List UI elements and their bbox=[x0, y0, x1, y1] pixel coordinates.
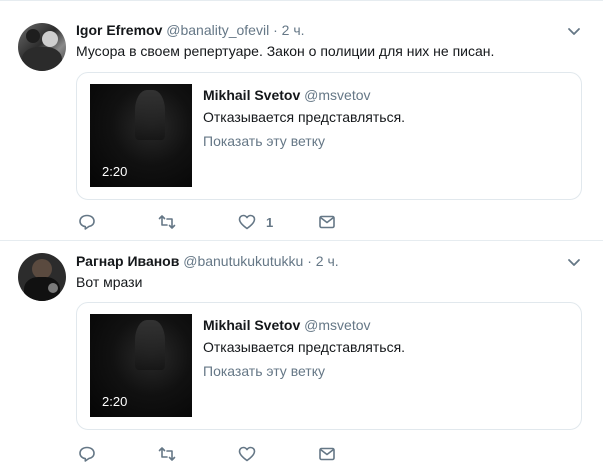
quoted-tweet[interactable]: 2:20 Mikhail Svetov @msvetov Отказываетс… bbox=[76, 302, 582, 430]
like-button[interactable] bbox=[238, 444, 266, 464]
author-name[interactable]: Рагнар Иванов bbox=[76, 253, 179, 269]
avatar[interactable] bbox=[18, 23, 66, 71]
direct-message-button[interactable] bbox=[318, 444, 336, 464]
retweet-icon bbox=[158, 447, 176, 461]
quoted-author-name: Mikhail Svetov bbox=[203, 87, 301, 103]
tweet-header: Рагнар Иванов @banutukukutukku · 2 ч. bbox=[76, 253, 339, 269]
video-thumbnail[interactable]: 2:20 bbox=[90, 314, 192, 417]
quoted-text: Отказывается представляться. bbox=[203, 109, 406, 125]
video-duration: 2:20 bbox=[102, 164, 128, 179]
video-figure bbox=[135, 90, 165, 140]
retweet-icon bbox=[158, 215, 176, 229]
show-thread-link[interactable]: Показать эту ветку bbox=[203, 133, 325, 149]
separator: · bbox=[307, 253, 312, 269]
avatar[interactable] bbox=[18, 253, 66, 301]
quoted-header: Mikhail Svetov @msvetov bbox=[203, 87, 371, 103]
tweet-actions bbox=[78, 444, 378, 464]
reply-button[interactable] bbox=[78, 212, 96, 232]
show-thread-link[interactable]: Показать эту ветку bbox=[203, 363, 325, 379]
tweet-time[interactable]: 2 ч. bbox=[316, 253, 339, 269]
video-duration: 2:20 bbox=[102, 394, 128, 409]
quoted-author-handle: @msvetov bbox=[304, 317, 371, 333]
tweet[interactable]: Рагнар Иванов @banutukukutukku · 2 ч. Во… bbox=[0, 241, 603, 475]
reply-icon bbox=[79, 446, 95, 462]
direct-message-button[interactable] bbox=[318, 212, 336, 232]
tweet-time[interactable]: 2 ч. bbox=[282, 22, 305, 38]
separator: · bbox=[273, 22, 278, 38]
envelope-icon bbox=[319, 447, 335, 461]
tweet-text: Вот мрази bbox=[76, 274, 143, 290]
tweet-text: Мусора в своем репертуаре. Закон о полиц… bbox=[76, 43, 495, 59]
author-handle[interactable]: @banality_ofevil bbox=[166, 22, 269, 38]
chevron-down-icon[interactable] bbox=[567, 24, 581, 38]
retweet-button[interactable] bbox=[158, 444, 176, 464]
chevron-down-icon[interactable] bbox=[567, 255, 581, 269]
heart-icon bbox=[238, 214, 256, 230]
quoted-header: Mikhail Svetov @msvetov bbox=[203, 317, 371, 333]
quoted-author-handle: @msvetov bbox=[304, 87, 371, 103]
author-handle[interactable]: @banutukukutukku bbox=[183, 253, 303, 269]
heart-icon bbox=[238, 446, 256, 462]
envelope-icon bbox=[319, 215, 335, 229]
like-count: 1 bbox=[266, 214, 274, 230]
tweet-actions: 1 bbox=[78, 212, 378, 232]
like-button[interactable]: 1 bbox=[238, 212, 273, 232]
tweet-header: Igor Efremov @banality_ofevil · 2 ч. bbox=[76, 22, 305, 38]
reply-icon bbox=[79, 214, 95, 230]
author-name[interactable]: Igor Efremov bbox=[76, 22, 162, 38]
video-thumbnail[interactable]: 2:20 bbox=[90, 84, 192, 187]
video-figure bbox=[135, 320, 165, 370]
quoted-text: Отказывается представляться. bbox=[203, 339, 406, 355]
reply-button[interactable] bbox=[78, 444, 96, 464]
quoted-tweet[interactable]: 2:20 Mikhail Svetov @msvetov Отказываетс… bbox=[76, 72, 582, 200]
quoted-author-name: Mikhail Svetov bbox=[203, 317, 301, 333]
retweet-button[interactable] bbox=[158, 212, 176, 232]
tweet[interactable]: Igor Efremov @banality_ofevil · 2 ч. Мус… bbox=[0, 0, 603, 241]
